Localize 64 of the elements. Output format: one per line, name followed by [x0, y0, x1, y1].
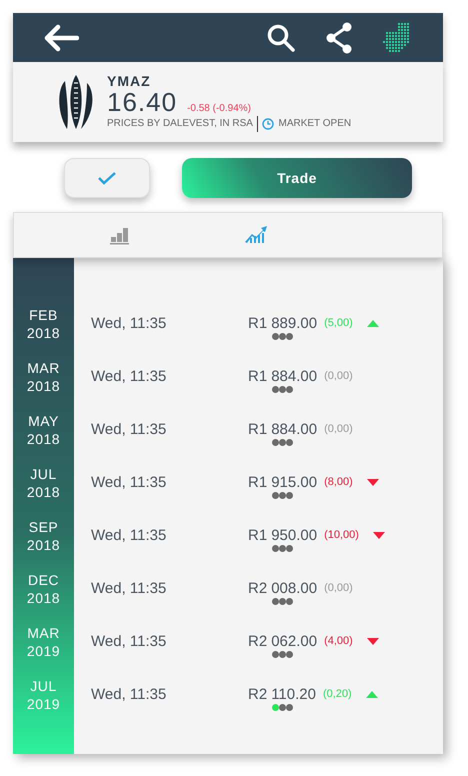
time-label: Wed, 11:35 [90, 580, 168, 597]
change-value: (0,00) [324, 423, 353, 435]
price-prefix: R2 [248, 686, 268, 703]
change-value: (0,00) [324, 582, 353, 594]
change-value: (4,00) [324, 635, 353, 647]
market-status: MARKET OPEN [278, 118, 352, 129]
down-triangle-icon [366, 638, 379, 645]
price-value: 062.00 [271, 633, 318, 650]
month-label: MAY [28, 412, 59, 430]
time-label: Wed, 11:35 [90, 474, 168, 491]
month-label: JUL [30, 464, 57, 482]
year-label: 2018 [26, 324, 60, 342]
year-label: 2018 [26, 376, 60, 394]
year-label: 2018 [26, 536, 60, 554]
year-label: 2018 [26, 588, 60, 606]
up-triangle-icon [366, 691, 378, 698]
clock-icon [262, 118, 274, 130]
year-label: 2018 [26, 430, 60, 448]
time-label: Wed, 11:35 [90, 633, 168, 650]
change-value: (0,20) [322, 688, 352, 700]
price-value: 889.00 [271, 315, 318, 332]
price-prefix: R1 [248, 315, 268, 332]
month-label: JUL [30, 676, 57, 694]
price-prefix: R1 [248, 368, 268, 385]
price-prefix: R2 [248, 580, 268, 597]
year-label: 2019 [26, 642, 60, 660]
down-triangle-icon [372, 532, 385, 539]
year-label: 2018 [26, 482, 60, 500]
share-icon[interactable] [325, 22, 353, 54]
time-label: Wed, 11:35 [90, 315, 168, 332]
time-label: Wed, 11:35 [90, 421, 168, 438]
price-value: 008.00 [271, 580, 318, 597]
price-value: 950.00 [271, 527, 318, 544]
change-value: (10,00) [324, 529, 359, 541]
price-value: 884.00 [271, 368, 318, 385]
price-value: 110.20 [271, 686, 316, 703]
search-icon[interactable] [267, 24, 295, 52]
up-triangle-icon [366, 320, 379, 327]
change-value: (5,00) [324, 317, 353, 329]
month-label: DEC [28, 570, 60, 588]
month-label: MAR [27, 624, 60, 642]
month-label: MAR [27, 358, 60, 376]
price-change: -0.58 (-0.94%) [187, 102, 251, 114]
price-value: 915.00 [271, 474, 318, 491]
price-prefix: R1 [248, 474, 268, 491]
time-label: Wed, 11:35 [90, 368, 168, 385]
price-value: 884.00 [271, 421, 318, 438]
change-value: (0,00) [324, 370, 353, 382]
month-label: SEP [28, 518, 58, 536]
check-icon [97, 171, 117, 185]
source-label: PRICES BY DALEVEST, IN RSA [107, 118, 253, 129]
price-prefix: R2 [248, 633, 268, 650]
price-value: 16.40 [107, 88, 178, 114]
change-value: (8,00) [324, 476, 353, 488]
back-icon[interactable] [43, 24, 79, 52]
time-label: Wed, 11:35 [90, 686, 168, 703]
price-prefix: R1 [248, 527, 268, 544]
down-triangle-icon [366, 479, 379, 486]
price-prefix: R1 [248, 421, 268, 438]
year-label: 2019 [26, 694, 60, 712]
symbol-label: YMAZ [107, 72, 152, 88]
time-label: Wed, 11:35 [90, 527, 168, 544]
trade-button[interactable]: Trade [182, 158, 412, 198]
month-label: FEB [29, 306, 58, 324]
